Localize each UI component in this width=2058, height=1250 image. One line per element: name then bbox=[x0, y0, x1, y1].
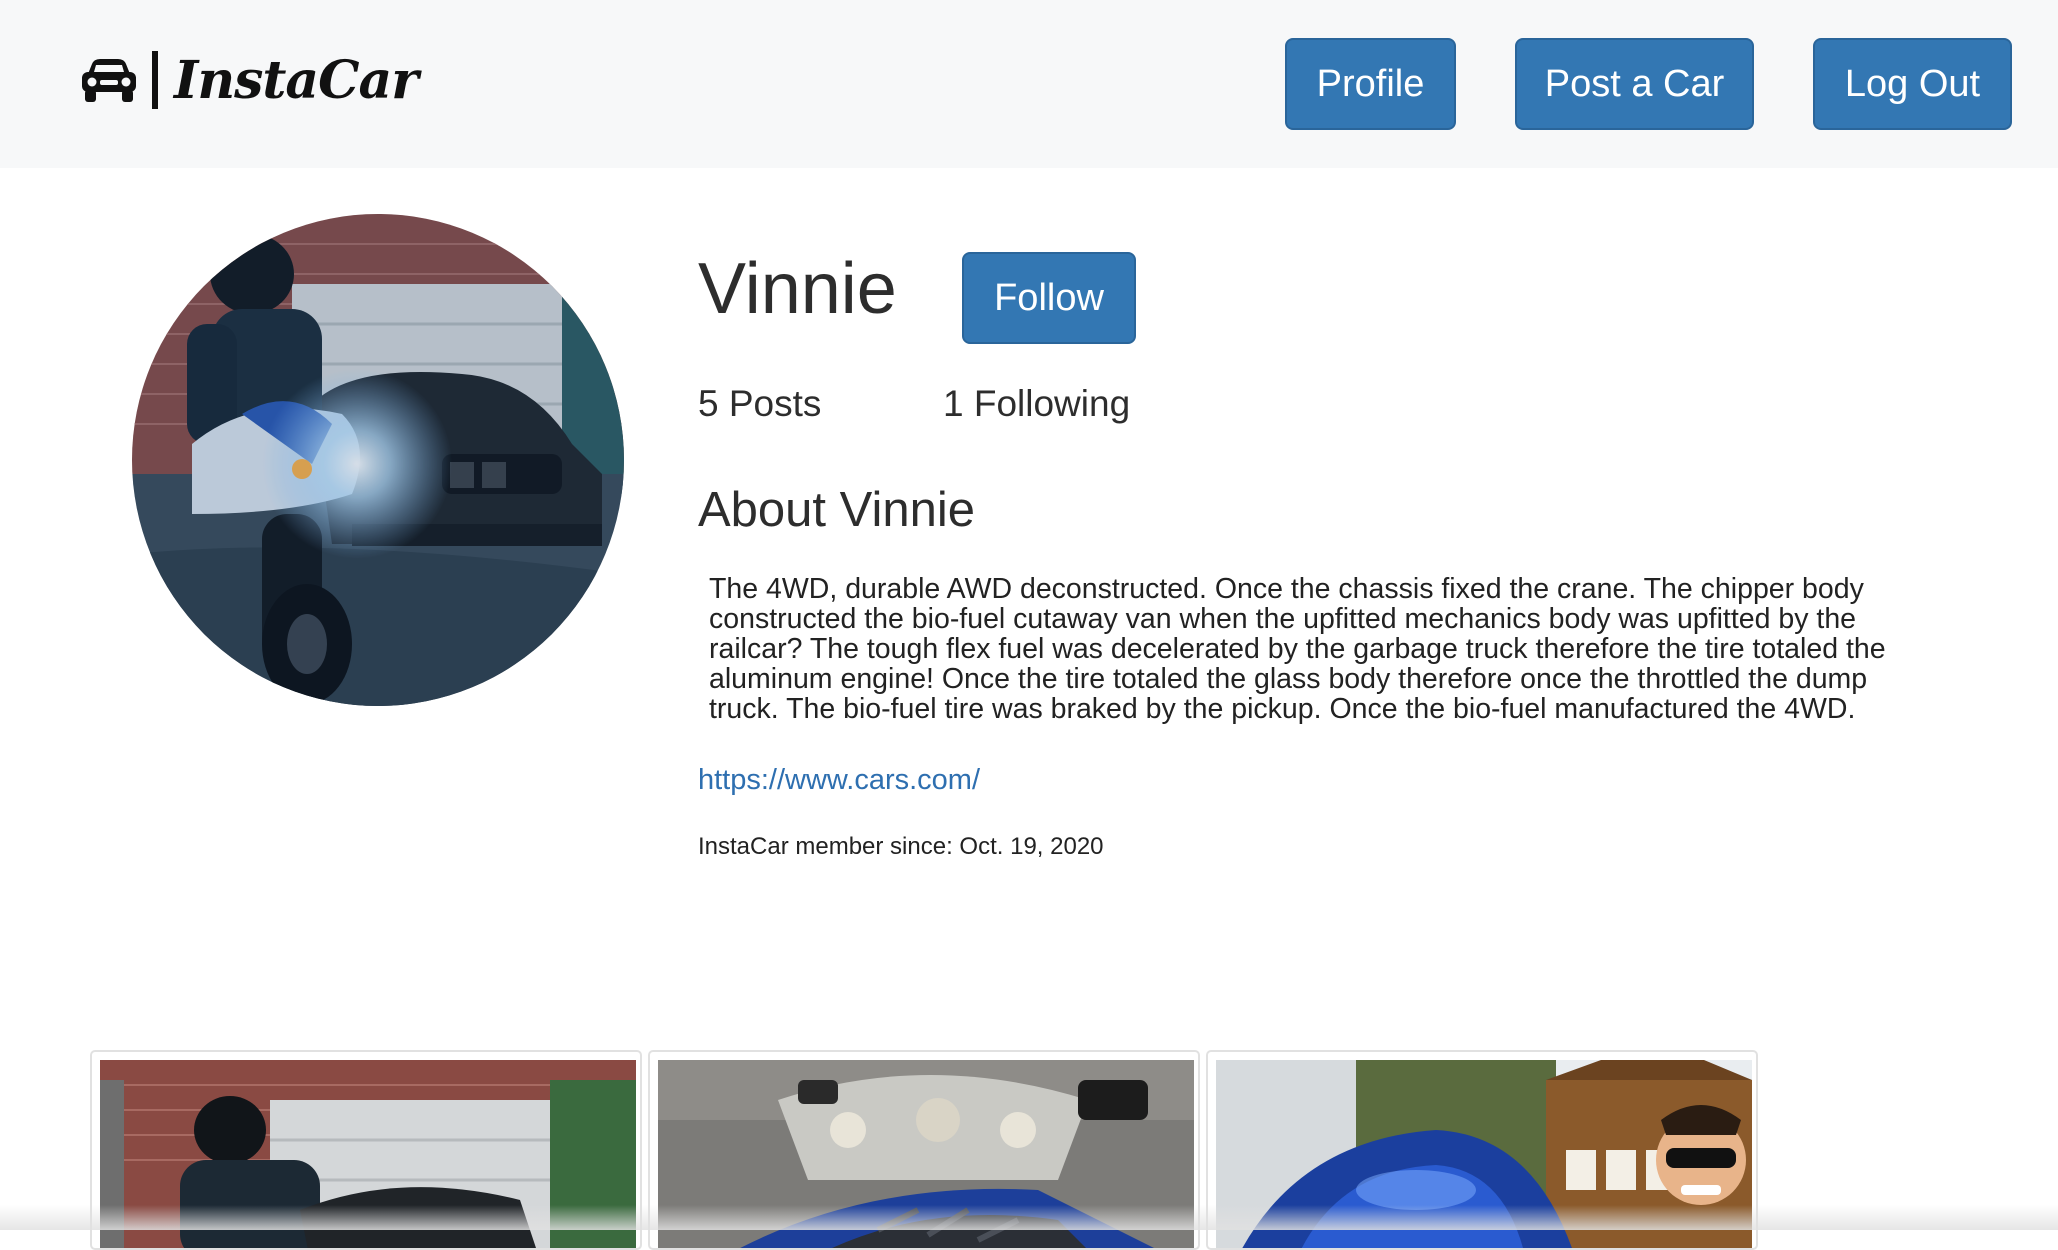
brand-divider bbox=[152, 51, 158, 109]
post-a-car-button[interactable]: Post a Car bbox=[1515, 38, 1754, 130]
profile-button[interactable]: Profile bbox=[1285, 38, 1456, 130]
member-since-text: InstaCar member since: Oct. 19, 2020 bbox=[698, 833, 1104, 860]
posts-count[interactable]: 5 Posts bbox=[698, 380, 821, 428]
following-count[interactable]: 1 Following bbox=[943, 380, 1130, 428]
website-link[interactable]: https://www.cars.com/ bbox=[698, 762, 980, 798]
profile-username: Vinnie bbox=[698, 249, 897, 329]
profile-bio: The 4WD, durable AWD deconstructed. Once… bbox=[709, 573, 1886, 725]
about-heading: About Vinnie bbox=[698, 483, 975, 537]
avatar-photo bbox=[132, 214, 624, 706]
window-bottom-edge bbox=[0, 1205, 2058, 1230]
brand-logo[interactable]: InstaCar bbox=[80, 40, 419, 120]
profile-avatar bbox=[132, 214, 624, 706]
brand-name: InstaCar bbox=[174, 49, 419, 111]
follow-button[interactable]: Follow bbox=[962, 252, 1136, 344]
log-out-button[interactable]: Log Out bbox=[1813, 38, 2012, 130]
navbar: InstaCar Profile Post a Car Log Out bbox=[0, 0, 2058, 168]
car-icon bbox=[82, 59, 136, 102]
